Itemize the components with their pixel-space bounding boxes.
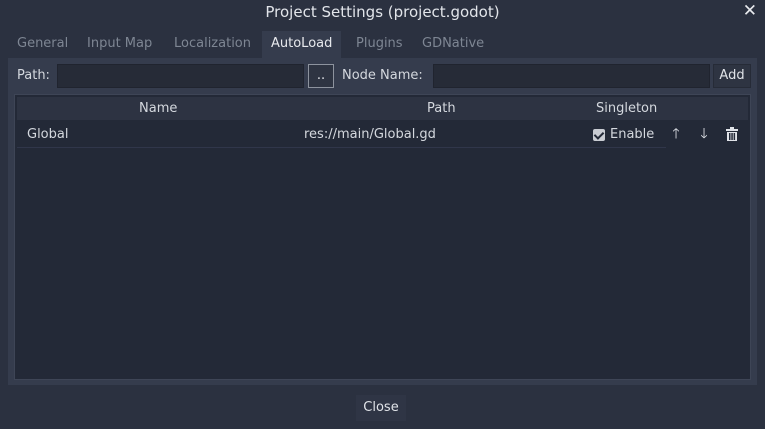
row-path: res://main/Global.gd <box>304 127 436 142</box>
browse-button[interactable]: .. <box>308 64 334 88</box>
column-name: Name <box>139 101 178 116</box>
arrow-up-icon[interactable]: 🡑 <box>668 125 684 143</box>
title-bar: Project Settings (project.godot) ✕ <box>0 0 765 24</box>
tab-plugins[interactable]: Plugins <box>347 31 412 58</box>
row-name: Global <box>27 127 69 142</box>
autoload-panel: Path: .. Node Name: Add Name Path Single… <box>8 58 757 385</box>
path-input[interactable] <box>57 64 304 88</box>
column-path: Path <box>427 101 456 116</box>
tab-general[interactable]: General <box>8 31 77 58</box>
singleton-enable-label: Enable <box>610 127 655 142</box>
tab-input-map[interactable]: Input Map <box>78 31 161 58</box>
autoload-list: Name Path Singleton Global res://main/Gl… <box>14 94 751 380</box>
close-button[interactable]: Close <box>356 395 406 421</box>
node-name-label: Node Name: <box>342 68 423 83</box>
window-title: Project Settings (project.godot) <box>265 3 500 21</box>
close-icon[interactable]: ✕ <box>743 1 757 21</box>
tab-localization[interactable]: Localization <box>165 31 260 58</box>
tab-autoload[interactable]: AutoLoad <box>262 31 342 58</box>
arrow-down-icon[interactable]: 🡓 <box>696 125 712 143</box>
node-name-input[interactable] <box>433 64 710 88</box>
add-button[interactable]: Add <box>713 64 751 88</box>
trash-icon[interactable] <box>724 125 740 143</box>
tab-gdnative[interactable]: GDNative <box>413 31 493 58</box>
column-singleton: Singleton <box>596 101 658 116</box>
autoload-row[interactable]: Global res://main/Global.gd Enable <box>17 123 666 148</box>
singleton-checkbox[interactable] <box>593 129 605 141</box>
path-label: Path: <box>17 68 50 83</box>
list-header: Name Path Singleton <box>17 97 748 120</box>
